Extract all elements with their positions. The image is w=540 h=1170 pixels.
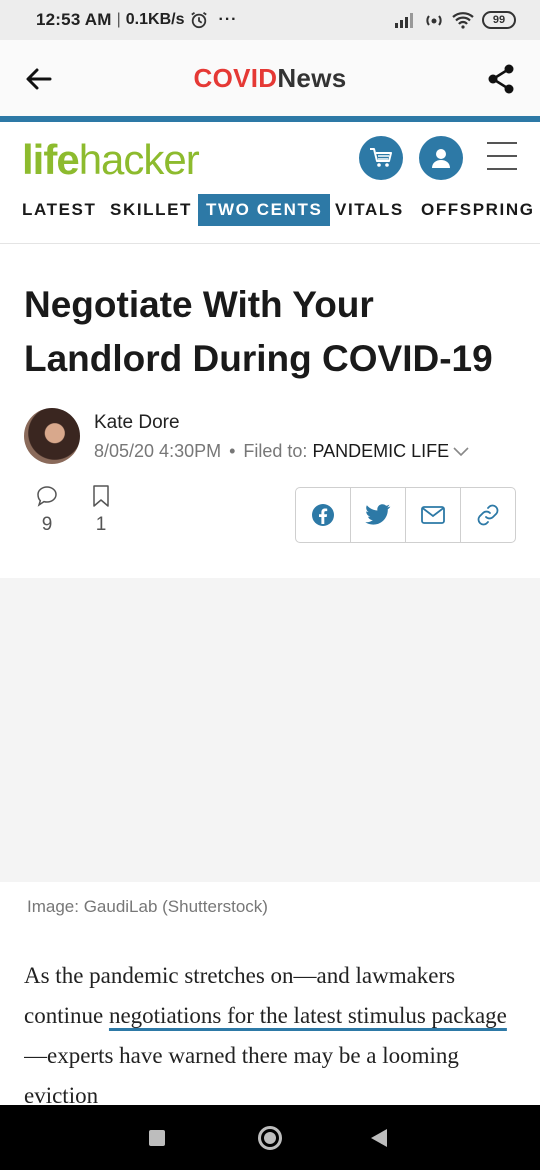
signal-icon	[395, 13, 413, 28]
app-title-news: News	[277, 62, 347, 93]
author-name[interactable]: Kate Dore	[94, 412, 180, 434]
author-avatar[interactable]	[24, 408, 80, 464]
comment-icon	[37, 486, 57, 507]
user-icon	[432, 149, 450, 168]
app-title: COVIDNews	[194, 63, 347, 94]
stimulus-package-link[interactable]: negotiations for the latest stimulus pac…	[109, 1003, 507, 1028]
share-email-button[interactable]	[406, 488, 461, 542]
system-back-icon[interactable]	[371, 1129, 387, 1147]
comments-count: 9	[41, 514, 53, 535]
status-right: 99	[394, 11, 516, 29]
status-more-icon: ···	[218, 11, 238, 28]
share-twitter-button[interactable]	[351, 488, 406, 542]
category-link[interactable]: PANDEMIC LIFE	[312, 441, 449, 461]
article-hero-image	[0, 578, 540, 882]
status-bar: 12:53 AM | 0.1KB/s ··· 99	[0, 0, 540, 40]
recent-apps-icon[interactable]	[149, 1130, 165, 1146]
app-bar: COVIDNews	[0, 40, 540, 116]
status-separator: |	[116, 11, 121, 28]
article-body: As the pandemic stretches on—and lawmake…	[24, 956, 516, 1106]
section-nav: LATEST SKILLET TWO CENTS VITALS OFFSPRIN…	[0, 194, 540, 226]
battery-icon: 99	[482, 11, 516, 29]
bookmarks-count: 1	[95, 514, 107, 535]
meta-dot: •	[229, 441, 236, 461]
wifi-icon	[452, 12, 474, 29]
nav-item-two-cents[interactable]: TWO CENTS	[198, 194, 331, 226]
copy-link-button[interactable]	[461, 488, 515, 542]
bookmark-icon	[93, 485, 109, 507]
nav-item-offspring[interactable]: OFFSPRING	[421, 194, 535, 226]
system-nav-bar	[0, 1105, 540, 1170]
site-header: lifehacker LATEST SKILLET TWO CENTS VITA…	[0, 122, 540, 244]
account-button[interactable]	[419, 136, 463, 180]
back-arrow-icon[interactable]	[22, 62, 56, 96]
article-meta: 8/05/20 4:30PM • Filed to: PANDEMIC LIFE	[94, 441, 469, 462]
nav-item-vitals[interactable]: VITALS	[335, 194, 404, 226]
facebook-icon	[312, 504, 334, 526]
link-icon	[477, 504, 499, 526]
home-icon[interactable]	[258, 1126, 282, 1150]
share-facebook-button[interactable]	[296, 488, 351, 542]
image-caption: Image: GaudiLab (Shutterstock)	[27, 897, 268, 916]
nav-item-latest[interactable]: LATEST	[22, 194, 96, 226]
chevron-down-icon[interactable]	[453, 447, 469, 457]
cart-icon	[370, 148, 392, 167]
lifehacker-logo[interactable]: lifehacker	[22, 136, 200, 184]
status-network-speed: 0.1KB/s	[125, 11, 185, 28]
logo-bold-text: life	[22, 136, 80, 183]
status-time: 12:53 AM	[36, 10, 112, 29]
nav-item-skillet[interactable]: SKILLET	[110, 194, 192, 226]
app-title-covid: COVID	[193, 62, 278, 93]
hamburger-menu-icon[interactable]	[487, 142, 517, 172]
cart-button[interactable]	[359, 136, 403, 180]
publish-date: 8/05/20 4:30PM	[94, 441, 222, 461]
article-stats: 9 1	[32, 484, 132, 544]
article-headline: Negotiate With Your Landlord During COVI…	[24, 284, 493, 379]
alarm-icon	[191, 12, 208, 29]
logo-thin-text: hacker	[78, 136, 200, 183]
screen: 12:53 AM | 0.1KB/s ··· 99 COVIDNews life…	[0, 0, 540, 1170]
share-icon[interactable]	[484, 62, 518, 96]
filed-label: Filed to:	[243, 441, 313, 461]
comments-button[interactable]: 9	[32, 484, 62, 536]
twitter-icon	[365, 504, 391, 525]
byline: Kate Dore 8/05/20 4:30PM • Filed to: PANDE…	[24, 408, 524, 468]
share-buttons	[295, 487, 516, 543]
email-icon	[421, 506, 445, 524]
body-text-continued: —experts have warned there may be a loom…	[24, 1043, 459, 1106]
hotspot-icon	[426, 15, 442, 26]
bookmark-button[interactable]: 1	[86, 484, 116, 536]
